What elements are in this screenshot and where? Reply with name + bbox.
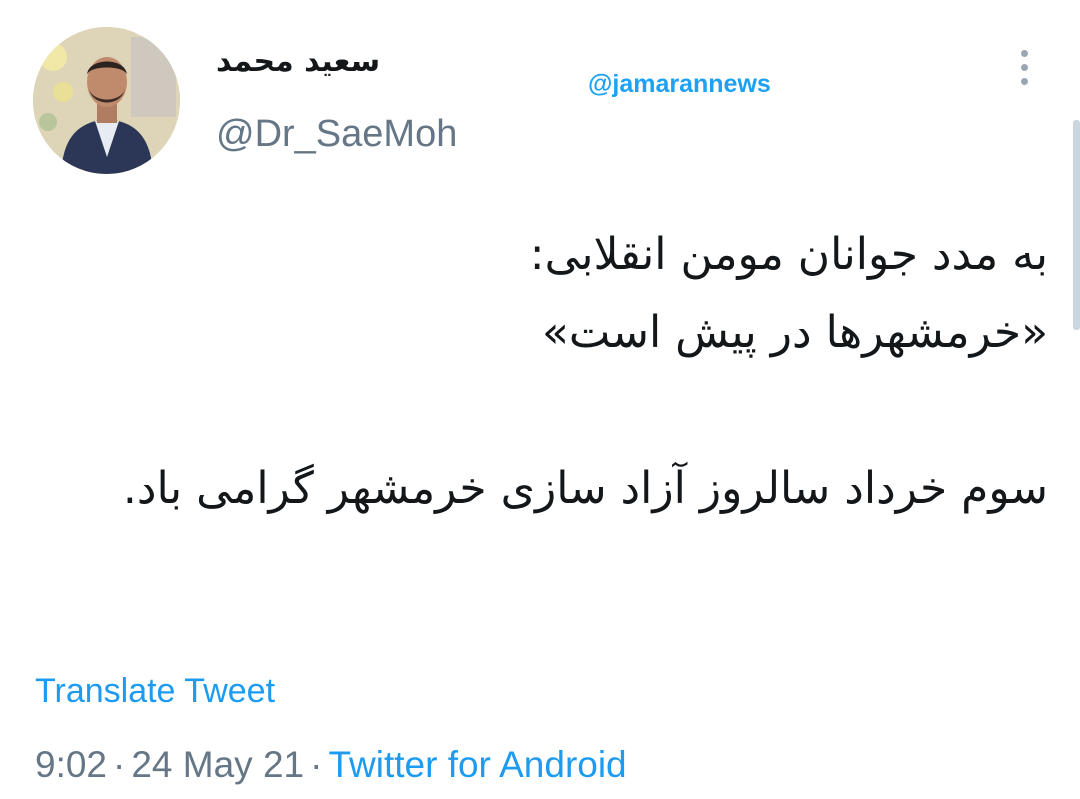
scrollbar[interactable] (1073, 120, 1080, 330)
tweet-text: به مدد جوانان مومن انقلابی: «خرمشهرها در… (40, 216, 1048, 528)
more-dot (1021, 64, 1028, 71)
author-display-name[interactable]: سعید محمد (216, 44, 380, 79)
tweet-date: 24 May 21 (131, 744, 305, 785)
translate-tweet-link[interactable]: Translate Tweet (35, 672, 275, 711)
tweet-time: 9:02 (35, 744, 108, 785)
avatar-photo (33, 27, 180, 174)
watermark-label: @jamarannews (588, 70, 771, 98)
meta-separator: · (113, 744, 126, 785)
meta-separator: · (310, 744, 323, 785)
tweet-line: «خرمشهرها در پیش است» (541, 307, 1048, 358)
more-dot (1021, 50, 1028, 57)
more-options-icon[interactable] (1006, 46, 1042, 90)
tweet-card: سعید محمد @Dr_SaeMoh @jamarannews به مدد… (0, 0, 1080, 799)
author-handle[interactable]: @Dr_SaeMoh (216, 113, 457, 156)
tweet-meta: 9:02 · 24 May 21 · Twitter for Android (35, 744, 627, 786)
tweet-line: به مدد جوانان مومن انقلابی: (529, 229, 1048, 280)
more-dot (1021, 78, 1028, 85)
avatar[interactable] (33, 27, 180, 174)
tweet-line: سوم خرداد سالروز آزاد سازی خرمشهر گرامی … (122, 463, 1048, 514)
tweet-source-link[interactable]: Twitter for Android (328, 744, 626, 785)
